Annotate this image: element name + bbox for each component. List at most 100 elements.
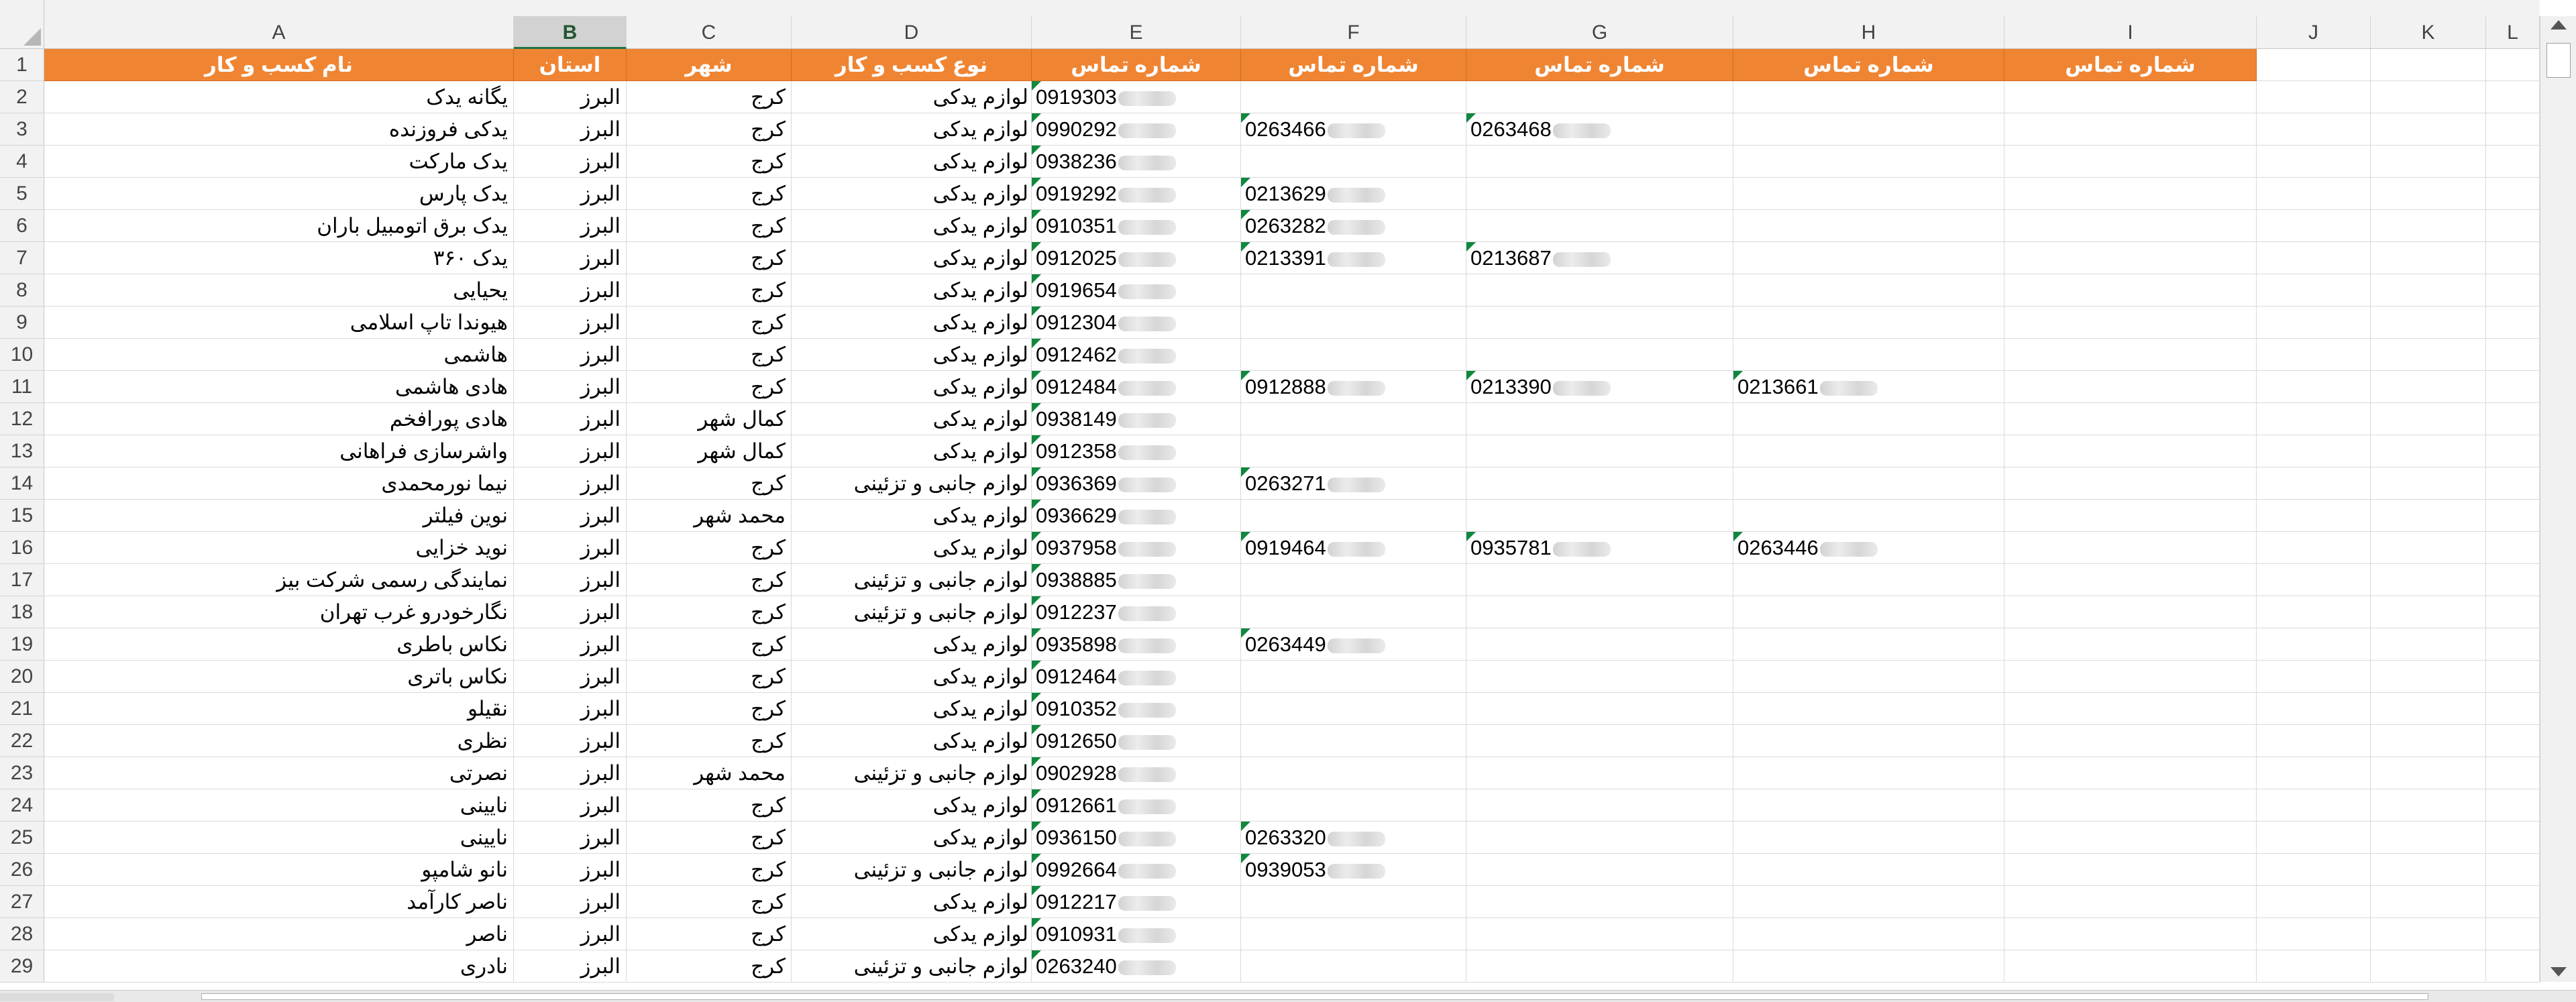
empty-cell[interactable] — [2004, 564, 2257, 596]
business-type-cell[interactable]: لوازم یدکی — [792, 822, 1032, 854]
empty-cell[interactable] — [2371, 49, 2486, 81]
empty-cell[interactable] — [2371, 371, 2486, 403]
phone-cell[interactable]: 0912217 — [1032, 886, 1241, 918]
empty-cell[interactable] — [2486, 81, 2540, 113]
business-name-cell[interactable]: هادی هاشمی — [44, 371, 514, 403]
phone-cell[interactable] — [1241, 725, 1466, 757]
phone-cell[interactable]: 0902928 — [1032, 757, 1241, 789]
business-type-cell[interactable]: لوازم یدکی — [792, 500, 1032, 532]
phone-cell[interactable] — [1733, 210, 2004, 242]
phone-cell[interactable] — [1241, 918, 1466, 950]
row-header[interactable]: 16 — [0, 532, 44, 564]
row-header[interactable]: 7 — [0, 242, 44, 274]
business-type-cell[interactable]: لوازم یدکی — [792, 918, 1032, 950]
city-cell[interactable]: کرج — [627, 371, 792, 403]
empty-cell[interactable] — [2486, 918, 2540, 950]
province-cell[interactable]: البرز — [514, 757, 627, 789]
business-name-cell[interactable]: نقیلو — [44, 693, 514, 725]
header-cell-phone-2[interactable]: شماره تماس — [1241, 49, 1466, 81]
phone-cell[interactable]: 0992664 — [1032, 854, 1241, 886]
empty-cell[interactable] — [2257, 532, 2371, 564]
row-header[interactable]: 23 — [0, 757, 44, 789]
phone-cell[interactable] — [1733, 178, 2004, 210]
empty-cell[interactable] — [2371, 789, 2486, 822]
phone-cell[interactable]: 0919303 — [1032, 81, 1241, 113]
phone-cell[interactable] — [1241, 596, 1466, 628]
business-name-cell[interactable]: نانو شامپو — [44, 854, 514, 886]
empty-cell[interactable] — [2004, 403, 2257, 435]
phone-cell[interactable]: 0935781 — [1466, 532, 1733, 564]
empty-cell[interactable] — [2004, 789, 2257, 822]
empty-cell[interactable] — [2004, 532, 2257, 564]
empty-cell[interactable] — [2257, 950, 2371, 983]
business-type-cell[interactable]: لوازم یدکی — [792, 307, 1032, 339]
empty-cell[interactable] — [2257, 596, 2371, 628]
phone-cell[interactable]: 0263320 — [1241, 822, 1466, 854]
city-cell[interactable]: کرج — [627, 564, 792, 596]
business-type-cell[interactable]: لوازم یدکی — [792, 242, 1032, 274]
phone-cell[interactable]: 0263466 — [1241, 113, 1466, 146]
row-header[interactable]: 9 — [0, 307, 44, 339]
empty-cell[interactable] — [2004, 81, 2257, 113]
business-type-cell[interactable]: لوازم یدکی — [792, 532, 1032, 564]
phone-cell[interactable] — [1466, 467, 1733, 500]
empty-cell[interactable] — [2486, 403, 2540, 435]
phone-cell[interactable] — [1466, 339, 1733, 371]
province-cell[interactable]: البرز — [514, 467, 627, 500]
empty-cell[interactable] — [2371, 854, 2486, 886]
province-cell[interactable]: البرز — [514, 564, 627, 596]
phone-cell[interactable] — [1241, 274, 1466, 307]
empty-cell[interactable] — [2257, 210, 2371, 242]
row-header[interactable]: 2 — [0, 81, 44, 113]
city-cell[interactable]: کرج — [627, 950, 792, 983]
phone-cell[interactable]: 0263240 — [1032, 950, 1241, 983]
business-type-cell[interactable]: لوازم یدکی — [792, 661, 1032, 693]
city-cell[interactable]: کرج — [627, 146, 792, 178]
phone-cell[interactable]: 0936369 — [1032, 467, 1241, 500]
row-header[interactable]: 22 — [0, 725, 44, 757]
empty-cell[interactable] — [2486, 693, 2540, 725]
empty-cell[interactable] — [2486, 628, 2540, 661]
empty-cell[interactable] — [2004, 596, 2257, 628]
city-cell[interactable]: کرج — [627, 467, 792, 500]
empty-cell[interactable] — [2371, 467, 2486, 500]
phone-cell[interactable]: 0912462 — [1032, 339, 1241, 371]
empty-cell[interactable] — [2257, 371, 2371, 403]
phone-cell[interactable] — [1466, 886, 1733, 918]
city-cell[interactable]: محمد شهر — [627, 757, 792, 789]
phone-cell[interactable] — [1733, 113, 2004, 146]
empty-cell[interactable] — [2004, 757, 2257, 789]
empty-cell[interactable] — [2004, 886, 2257, 918]
empty-cell[interactable] — [2371, 81, 2486, 113]
city-cell[interactable]: کرج — [627, 178, 792, 210]
row-header[interactable]: 11 — [0, 371, 44, 403]
phone-cell[interactable] — [1466, 789, 1733, 822]
business-name-cell[interactable]: یگانه یدک — [44, 81, 514, 113]
phone-cell[interactable]: 0919464 — [1241, 532, 1466, 564]
column-header-i[interactable]: I — [2004, 16, 2257, 49]
business-type-cell[interactable]: لوازم یدکی — [792, 81, 1032, 113]
empty-cell[interactable] — [2004, 854, 2257, 886]
business-type-cell[interactable]: لوازم یدکی — [792, 371, 1032, 403]
empty-cell[interactable] — [2371, 725, 2486, 757]
row-header[interactable]: 5 — [0, 178, 44, 210]
row-header[interactable]: 17 — [0, 564, 44, 596]
empty-cell[interactable] — [2371, 242, 2486, 274]
empty-cell[interactable] — [2004, 435, 2257, 467]
phone-cell[interactable] — [1241, 146, 1466, 178]
empty-cell[interactable] — [2257, 822, 2371, 854]
city-cell[interactable]: کرج — [627, 854, 792, 886]
phone-cell[interactable]: 0938149 — [1032, 403, 1241, 435]
phone-cell[interactable] — [1733, 307, 2004, 339]
phone-cell[interactable]: 0910351 — [1032, 210, 1241, 242]
phone-cell[interactable] — [1733, 628, 2004, 661]
business-type-cell[interactable]: لوازم یدکی — [792, 693, 1032, 725]
phone-cell[interactable]: 0912650 — [1032, 725, 1241, 757]
phone-cell[interactable] — [1466, 725, 1733, 757]
business-type-cell[interactable]: لوازم یدکی — [792, 210, 1032, 242]
province-cell[interactable]: البرز — [514, 918, 627, 950]
business-type-cell[interactable]: لوازم یدکی — [792, 146, 1032, 178]
empty-cell[interactable] — [2486, 242, 2540, 274]
phone-cell[interactable] — [1733, 918, 2004, 950]
business-name-cell[interactable]: هیوندا تاپ اسلامی — [44, 307, 514, 339]
